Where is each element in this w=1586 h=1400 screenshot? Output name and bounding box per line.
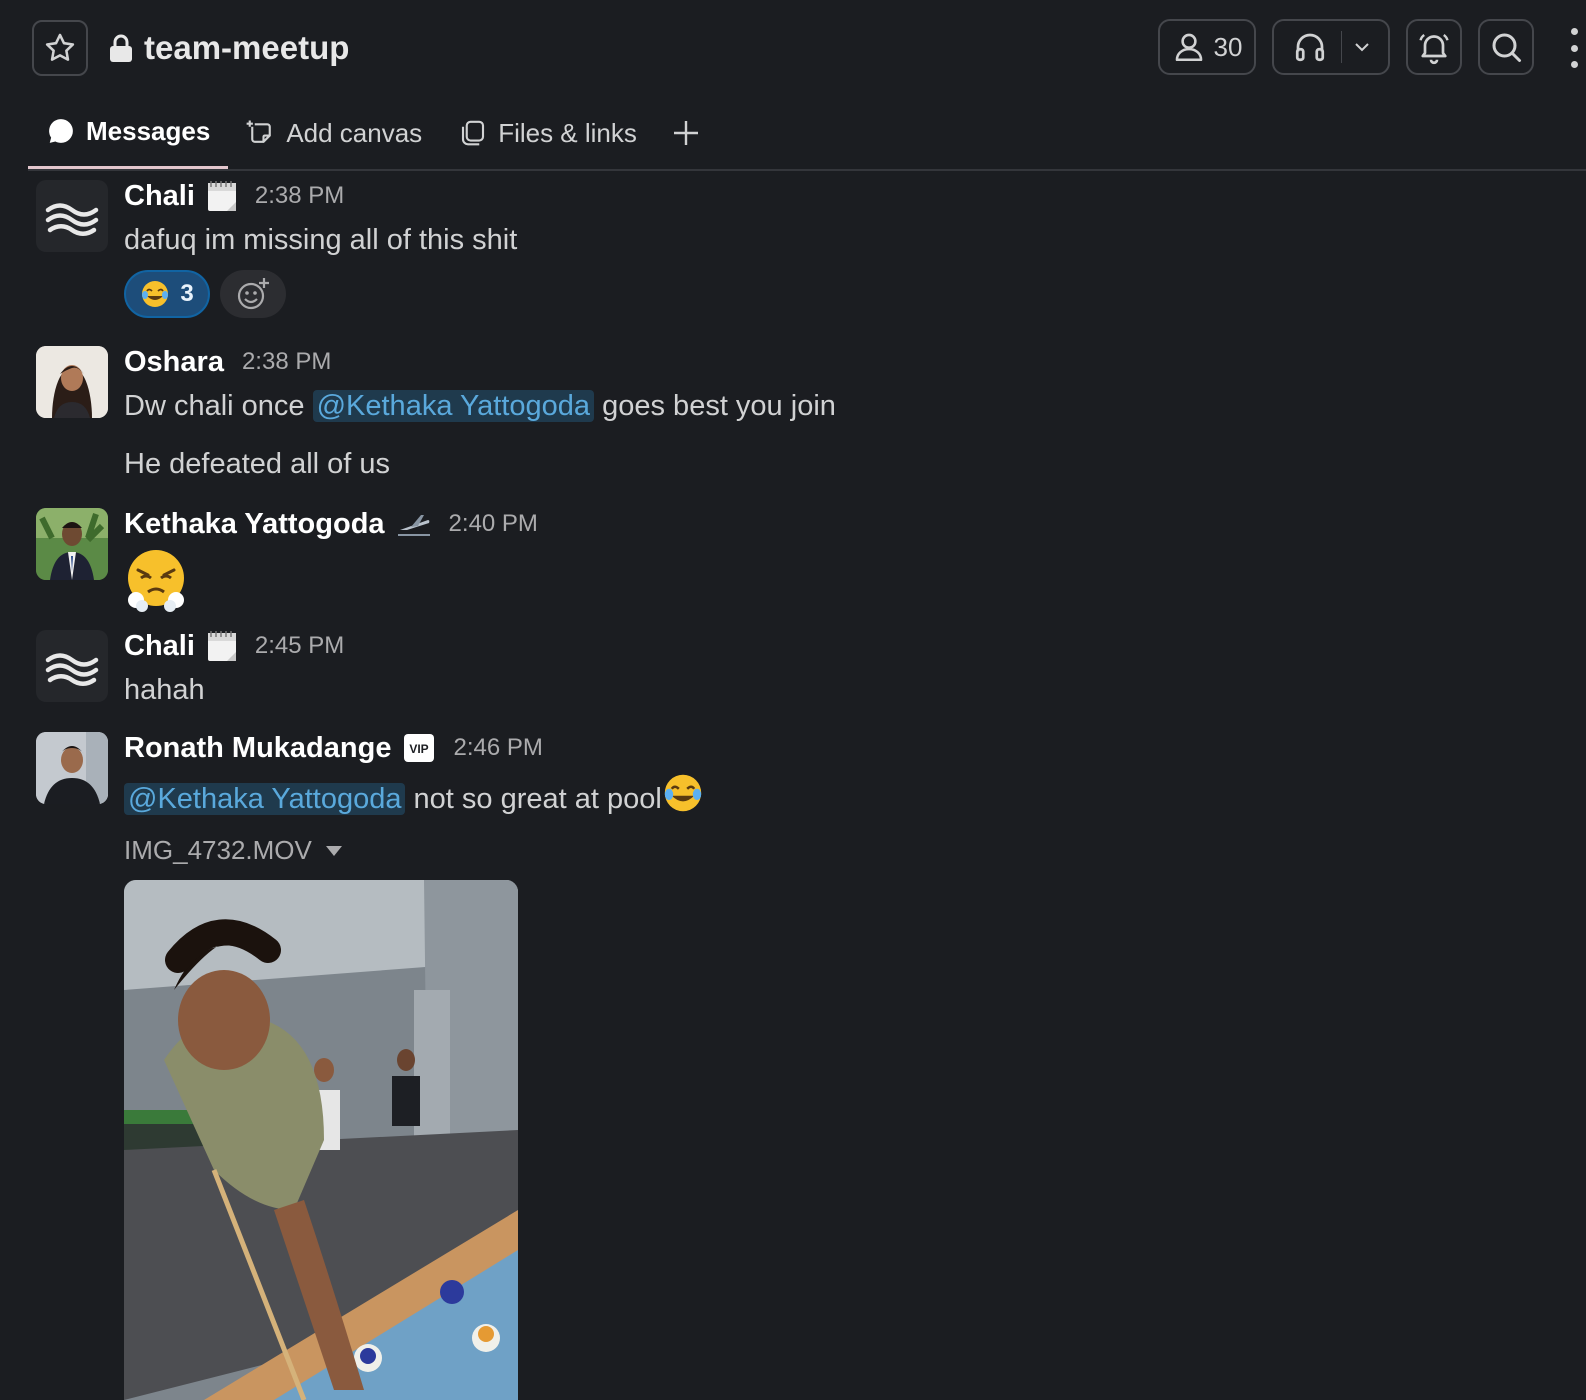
message-text: Dw chali once @Kethaka Yattogoda goes be…: [124, 386, 1546, 426]
star-icon: [45, 33, 75, 61]
headphones-icon: [1295, 33, 1324, 62]
video-attachment[interactable]: [124, 880, 518, 1400]
author-name[interactable]: Ronath Mukadange: [124, 732, 391, 765]
message-text: He defeated all of us: [124, 448, 391, 480]
text-segment: goes best you join: [594, 390, 836, 422]
avatar[interactable]: [36, 346, 108, 418]
huddle-button[interactable]: [1272, 19, 1390, 75]
canvas-icon: [246, 120, 272, 143]
message-time[interactable]: 2:38 PM: [242, 348, 331, 376]
message-time[interactable]: 2:40 PM: [449, 510, 538, 538]
search-icon: [1492, 33, 1521, 62]
add-tab-button[interactable]: [655, 108, 717, 158]
message-body: Chali 2:45 PM hahah: [124, 626, 1546, 710]
user-mention[interactable]: @Kethaka Yattogoda: [124, 783, 406, 815]
tab-messages[interactable]: Messages: [28, 108, 229, 170]
members-button[interactable]: 30: [1158, 19, 1256, 75]
vip-badge-icon: VIP: [403, 733, 435, 763]
plus-icon: [673, 121, 698, 145]
joy-emoji-icon: [662, 772, 704, 825]
message-text: dafuq im missing all of this shit: [124, 224, 518, 256]
more-options-icon[interactable]: [1568, 28, 1580, 68]
avatar[interactable]: [36, 180, 108, 252]
tab-files-links[interactable]: Files & links: [440, 108, 655, 158]
add-reaction-button[interactable]: [220, 270, 286, 318]
text-segment: not so great at pool: [405, 783, 662, 815]
channel-tabs: Messages Add canvas Files & links: [28, 108, 717, 170]
person-icon: [1175, 33, 1202, 62]
joy-emoji-icon: [142, 281, 169, 307]
message-body: Chali 2:38 PM dafuq im missing all of th…: [124, 176, 1546, 318]
chevron-down-icon[interactable]: [1352, 37, 1372, 57]
reaction-count: 3: [180, 280, 194, 307]
tab-label: Add canvas: [286, 117, 423, 148]
avatar[interactable]: [36, 630, 108, 702]
triumph-emoji-icon: [124, 548, 1546, 617]
caret-down-icon[interactable]: [324, 844, 344, 858]
reactions-bar: 3: [124, 270, 1546, 318]
message-time[interactable]: 2:38 PM: [255, 182, 344, 210]
add-emoji-icon: [237, 278, 269, 310]
member-count: 30: [1213, 31, 1243, 62]
file-name[interactable]: IMG_4732.MOV: [124, 835, 312, 866]
channel-header: team-meetup 30: [0, 0, 1586, 96]
message-body: Oshara 2:38 PM Dw chali once @Kethaka Ya…: [124, 342, 1546, 484]
airplane-departure-icon: [397, 510, 431, 538]
calendar-icon: [207, 630, 237, 662]
author-name[interactable]: Oshara: [124, 346, 224, 379]
star-channel-button[interactable]: [32, 20, 88, 76]
files-icon: [462, 120, 485, 146]
message-time[interactable]: 2:45 PM: [255, 632, 344, 660]
search-button[interactable]: [1478, 19, 1534, 75]
bell-icon: [1419, 33, 1449, 65]
author-name[interactable]: Kethaka Yattogoda: [124, 508, 385, 541]
user-mention[interactable]: @Kethaka Yattogoda: [312, 390, 595, 422]
message-body: Kethaka Yattogoda 2:40 PM: [124, 504, 1546, 617]
calendar-icon: [207, 180, 237, 212]
notifications-button[interactable]: [1406, 19, 1462, 75]
channel-name: team-meetup: [144, 29, 350, 66]
message-text: @Kethaka Yattogoda not so great at pool: [124, 772, 1546, 825]
tab-label: Files & links: [498, 117, 637, 148]
avatar[interactable]: [36, 732, 108, 804]
message-bubble-icon: [49, 119, 73, 143]
vip-badge-text: VIP: [410, 742, 429, 756]
avatar[interactable]: [36, 508, 108, 580]
tab-add-canvas[interactable]: Add canvas: [228, 108, 440, 158]
author-name[interactable]: Chali: [124, 630, 195, 663]
lock-icon: [110, 34, 132, 62]
tab-label: Messages: [86, 115, 211, 146]
message-time[interactable]: 2:46 PM: [453, 734, 542, 762]
reaction-joy[interactable]: 3: [124, 270, 210, 318]
message-text: hahah: [124, 674, 205, 706]
huddle-divider: [1340, 31, 1342, 63]
channel-title[interactable]: team-meetup: [108, 26, 349, 70]
message-body: Ronath Mukadange VIP 2:46 PM @Kethaka Ya…: [124, 728, 1546, 1400]
text-segment: Dw chali once: [124, 390, 313, 422]
tabs-divider: [28, 169, 1586, 171]
author-name[interactable]: Chali: [124, 180, 195, 213]
video-thumbnail: [124, 880, 518, 1400]
file-attachment-header[interactable]: IMG_4732.MOV: [124, 835, 1546, 866]
